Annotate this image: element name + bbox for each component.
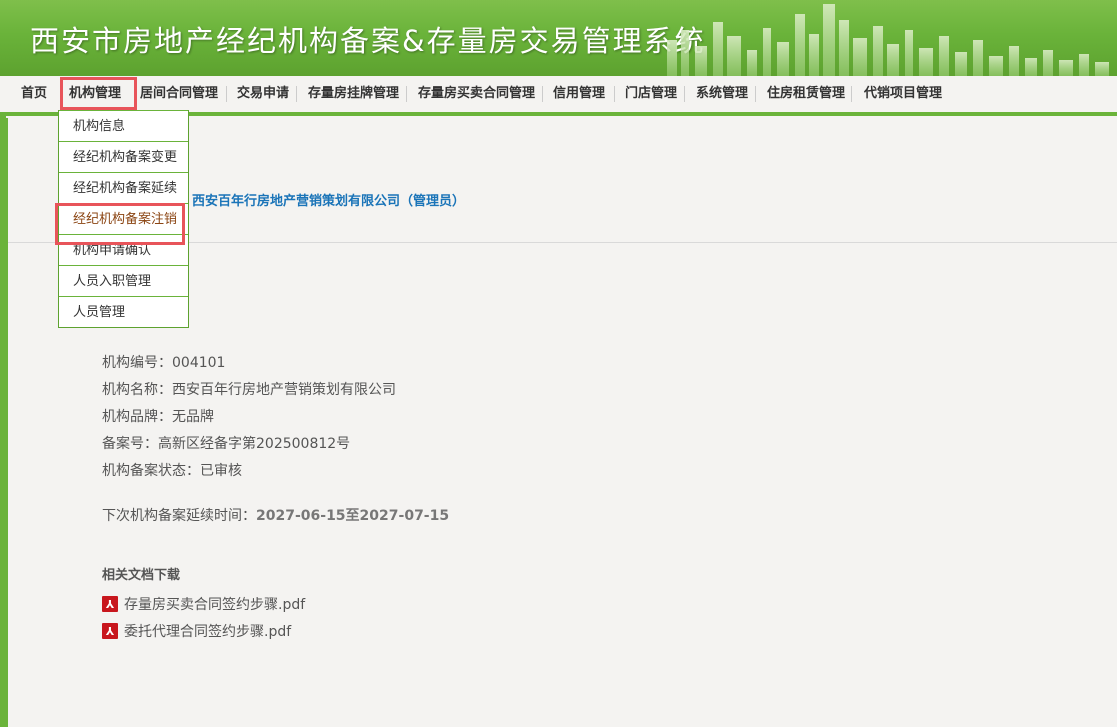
- nav-divider: [226, 86, 227, 102]
- org-brand-row: 机构品牌：无品牌: [102, 406, 214, 426]
- record-status-row: 机构备案状态：已审核: [102, 460, 242, 480]
- org-name-row: 机构名称：西安百年行房地产营销策划有限公司: [102, 379, 396, 399]
- doc-filename: 委托代理合同签约步骤.pdf: [124, 624, 292, 640]
- org-code-label: 机构编号：: [102, 355, 172, 371]
- system-title: 西安市房地产经纪机构备案&存量房交易管理系统: [30, 24, 706, 58]
- city-skyline-icon: [667, 4, 1109, 76]
- nav-credit[interactable]: 信用管理: [546, 76, 612, 112]
- doc-link-agency-contract[interactable]: ⅄ 委托代理合同签约步骤.pdf: [102, 621, 291, 641]
- nav-consignment[interactable]: 代销项目管理: [857, 76, 949, 112]
- nav-divider: [614, 86, 615, 102]
- org-name-label: 机构名称：: [102, 382, 172, 398]
- menu-item-record-renewal[interactable]: 经纪机构备案延续: [59, 172, 188, 203]
- nav-trade-application[interactable]: 交易申请: [230, 76, 296, 112]
- nav-sale-contract[interactable]: 存量房买卖合同管理: [411, 76, 542, 112]
- current-user-company: 西安百年行房地产营销策划有限公司（管理员）: [192, 194, 466, 209]
- menu-item-staff-management[interactable]: 人员管理: [59, 296, 188, 327]
- menu-selected-highlight: [55, 203, 185, 245]
- doc-filename: 存量房买卖合同签约步骤.pdf: [124, 597, 306, 613]
- record-number-row: 备案号：高新区经备字第202500812号: [102, 433, 350, 453]
- nav-home[interactable]: 首页: [14, 76, 54, 112]
- nav-divider: [851, 86, 852, 102]
- menu-item-record-change[interactable]: 经纪机构备案变更: [59, 141, 188, 172]
- menu-item-staff-onboarding[interactable]: 人员入职管理: [59, 265, 188, 296]
- org-brand-value: 无品牌: [172, 409, 214, 425]
- nav-divider: [296, 86, 297, 102]
- org-code-row: 机构编号：004101: [102, 352, 225, 372]
- nav-store[interactable]: 门店管理: [618, 76, 684, 112]
- docs-section-title: 相关文档下载: [102, 568, 181, 583]
- record-status-value: 已审核: [200, 463, 242, 479]
- record-status-label: 机构备案状态：: [102, 463, 200, 479]
- org-code-value: 004101: [172, 355, 226, 371]
- nav-divider: [406, 86, 407, 102]
- nav-active-highlight: [60, 77, 137, 110]
- next-renewal-range: 2027-06-15至2027-07-15: [256, 508, 450, 524]
- nav-divider: [684, 86, 685, 102]
- next-renewal-row: 下次机构备案延续时间：2027-06-15至2027-07-15: [102, 505, 449, 525]
- menu-item-org-info[interactable]: 机构信息: [59, 110, 188, 141]
- org-name-value: 西安百年行房地产营销策划有限公司: [172, 382, 396, 398]
- nav-system[interactable]: 系统管理: [689, 76, 755, 112]
- nav-listing-management[interactable]: 存量房挂牌管理: [301, 76, 406, 112]
- next-renewal-label: 下次机构备案延续时间：: [102, 508, 256, 524]
- pdf-icon: ⅄: [102, 623, 118, 639]
- doc-link-sale-contract[interactable]: ⅄ 存量房买卖合同签约步骤.pdf: [102, 594, 305, 614]
- nav-divider: [755, 86, 756, 102]
- record-number-value: 高新区经备字第202500812号: [158, 436, 351, 452]
- pdf-icon: ⅄: [102, 596, 118, 612]
- nav-rental[interactable]: 住房租赁管理: [760, 76, 852, 112]
- org-brand-label: 机构品牌：: [102, 409, 172, 425]
- record-number-label: 备案号：: [102, 436, 158, 452]
- nav-brokerage-contract[interactable]: 居间合同管理: [133, 76, 225, 112]
- nav-divider: [542, 86, 543, 102]
- header-banner: 西安市房地产经纪机构备案&存量房交易管理系统: [0, 0, 1117, 76]
